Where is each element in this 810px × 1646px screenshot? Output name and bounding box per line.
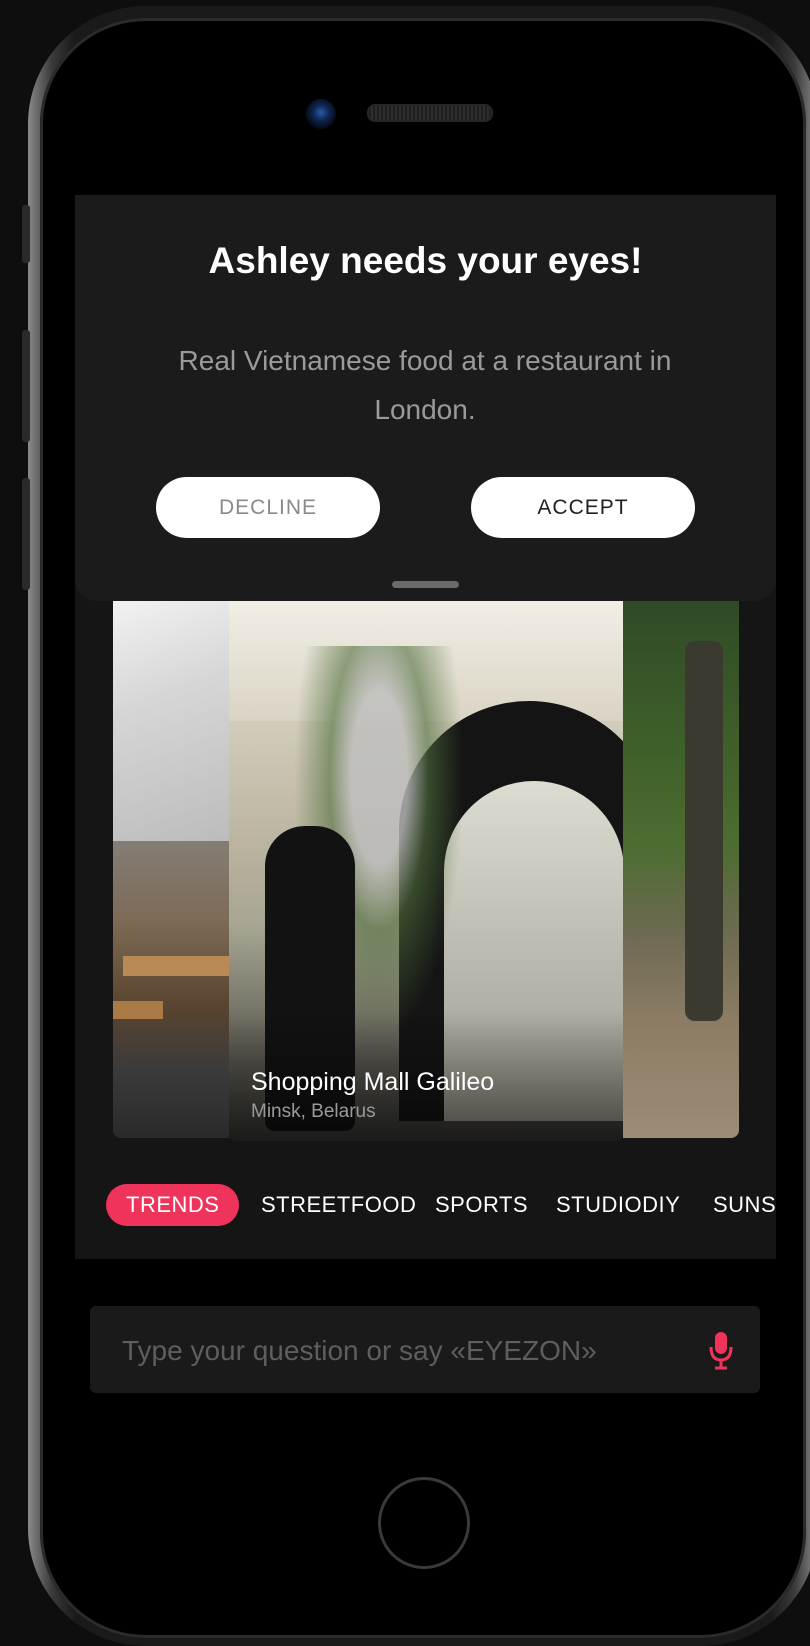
card-image-table bbox=[113, 1001, 163, 1019]
carousel-card-previous[interactable] bbox=[113, 601, 229, 1138]
microphone-icon[interactable] bbox=[708, 1330, 734, 1370]
ask-input[interactable] bbox=[120, 1306, 684, 1395]
carousel-card-next[interactable] bbox=[623, 601, 739, 1138]
carousel-card-featured[interactable]: Shopping Mall Galileo Minsk, Belarus bbox=[229, 601, 623, 1141]
modal-title: Ashley needs your eyes! bbox=[208, 240, 643, 281]
card-image-tree bbox=[685, 641, 723, 1021]
decline-button[interactable]: DECLINE bbox=[156, 477, 380, 538]
card-image-canopy bbox=[113, 601, 229, 841]
accept-button[interactable]: ACCEPT bbox=[471, 477, 695, 538]
tab-suns[interactable]: SUNS bbox=[713, 1184, 776, 1226]
tab-studiodiy[interactable]: STUDIODIY bbox=[556, 1184, 680, 1226]
ask-bar bbox=[90, 1306, 760, 1395]
volume-down-button bbox=[22, 478, 30, 590]
tab-sports[interactable]: SPORTS bbox=[435, 1184, 528, 1226]
tab-streetfood[interactable]: STREETFOOD bbox=[261, 1184, 416, 1226]
card-subtitle: Minsk, Belarus bbox=[251, 1101, 376, 1122]
card-title: Shopping Mall Galileo bbox=[251, 1068, 495, 1096]
earpiece-speaker bbox=[367, 104, 493, 122]
home-button[interactable] bbox=[378, 1477, 470, 1569]
category-tabs: TRENDS STREETFOOD SPORTS STUDIODIY SUNS bbox=[106, 1184, 776, 1226]
volume-up-button bbox=[22, 330, 30, 442]
drag-handle[interactable] bbox=[392, 581, 459, 588]
app-stage: Ashley needs your eyes! Real Vietnamese … bbox=[0, 0, 810, 1646]
modal-message: Real Vietnamese food at a restaurant in … bbox=[178, 345, 672, 425]
tab-trends[interactable]: TRENDS bbox=[106, 1184, 240, 1226]
front-camera-icon bbox=[306, 99, 336, 129]
card-image-table bbox=[123, 956, 229, 976]
